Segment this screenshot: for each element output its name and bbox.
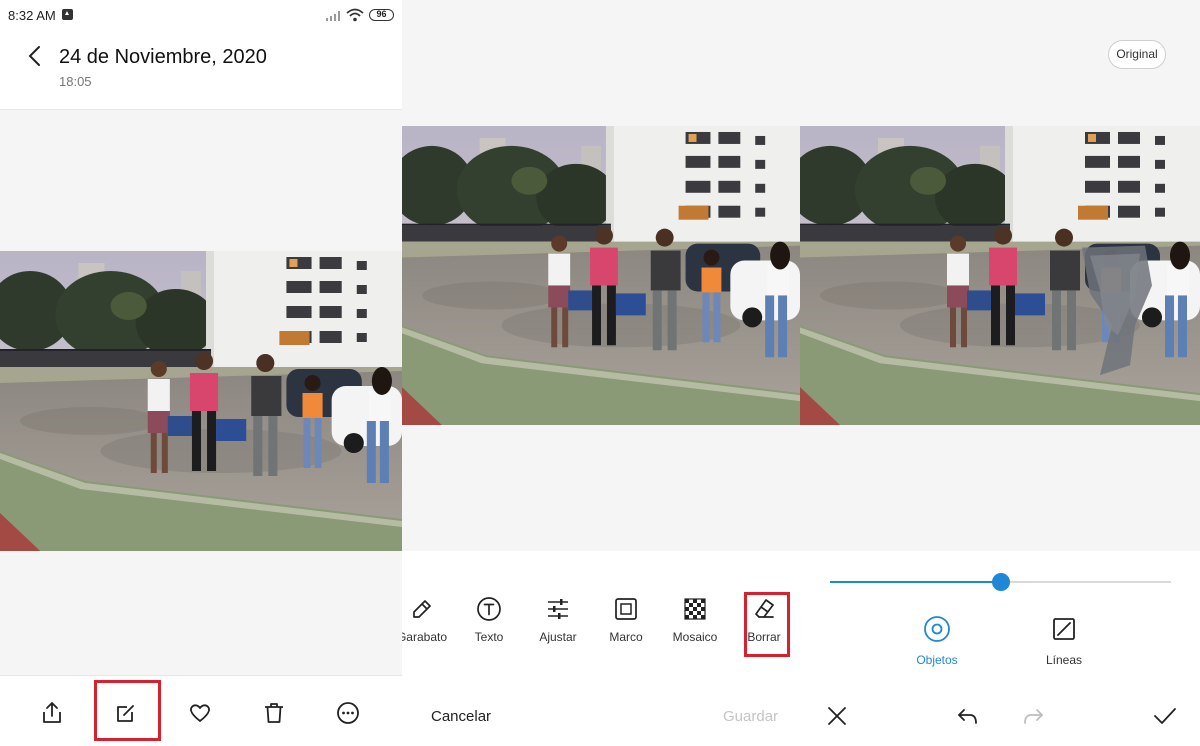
- status-time: 8:32 AM: [8, 8, 56, 23]
- undo-icon[interactable]: [955, 703, 981, 729]
- erase-photo[interactable]: [800, 126, 1200, 425]
- tool-adjust[interactable]: Ajustar: [523, 596, 593, 644]
- mosaic-icon: [684, 598, 706, 620]
- tool-doodle[interactable]: Garabato: [402, 596, 457, 644]
- back-arrow-icon[interactable]: [24, 44, 48, 68]
- confirm-check-icon[interactable]: [1152, 703, 1178, 729]
- pen-icon: [413, 600, 431, 618]
- photo-preview[interactable]: [0, 251, 402, 551]
- target-icon: [924, 616, 950, 642]
- battery-indicator: 96: [369, 9, 394, 21]
- text-icon: [477, 597, 501, 621]
- tool-mosaic[interactable]: Mosaico: [660, 596, 730, 644]
- tool-label: Marco: [609, 630, 643, 644]
- brush-size-slider[interactable]: [830, 573, 1171, 591]
- sliders-icon: [548, 599, 568, 619]
- gallery-toolbar: [0, 675, 402, 746]
- edit-button-highlight: [94, 680, 161, 741]
- slider-fill: [830, 581, 1001, 583]
- editor-photo: [402, 126, 800, 425]
- mode-lines[interactable]: Líneas: [1024, 615, 1104, 667]
- share-icon[interactable]: [39, 700, 65, 726]
- line-icon: [1053, 618, 1075, 640]
- close-icon[interactable]: [824, 703, 850, 729]
- wifi-icon: [346, 8, 364, 22]
- gallery-header: 24 de Noviembre, 2020 18:05: [0, 30, 402, 110]
- tool-label: Texto: [474, 630, 504, 644]
- photo-time: 18:05: [59, 74, 92, 89]
- cancel-button[interactable]: Cancelar: [431, 708, 491, 725]
- tool-frame[interactable]: Marco: [591, 596, 661, 644]
- photo-date-title: 24 de Noviembre, 2020: [59, 46, 267, 68]
- tool-text[interactable]: Texto: [454, 596, 524, 644]
- mode-label: Objetos: [916, 653, 958, 667]
- tool-label: Mosaico: [672, 630, 718, 644]
- erase-panel: Original Objetos Líneas: [800, 0, 1200, 746]
- erase-controls: Objetos Líneas: [800, 551, 1200, 746]
- status-bar: 8:32 AM 96: [0, 0, 402, 30]
- mode-label: Líneas: [1045, 653, 1083, 667]
- gallery-panel: 8:32 AM 96 24 de Noviembre, 2020 18:05: [0, 0, 402, 746]
- tool-label: Ajustar: [539, 630, 577, 644]
- frame-icon: [615, 598, 637, 620]
- slider-thumb[interactable]: [991, 573, 1010, 591]
- original-button[interactable]: Original: [1108, 40, 1166, 69]
- editor-panel: Garabato Texto Ajustar Marco: [402, 0, 800, 746]
- signal-icon: [326, 11, 340, 21]
- eraser-tool-highlight: [744, 592, 790, 657]
- heart-icon[interactable]: [187, 700, 213, 726]
- editor-tools: Garabato Texto Ajustar Marco: [402, 551, 800, 746]
- mode-objects[interactable]: Objetos: [897, 615, 977, 667]
- tool-label: Garabato: [402, 630, 448, 644]
- trash-icon[interactable]: [261, 700, 287, 726]
- redo-icon[interactable]: [1020, 703, 1046, 729]
- upload-notification-icon: [62, 9, 73, 20]
- more-icon[interactable]: [335, 700, 361, 726]
- save-button[interactable]: Guardar: [723, 708, 778, 725]
